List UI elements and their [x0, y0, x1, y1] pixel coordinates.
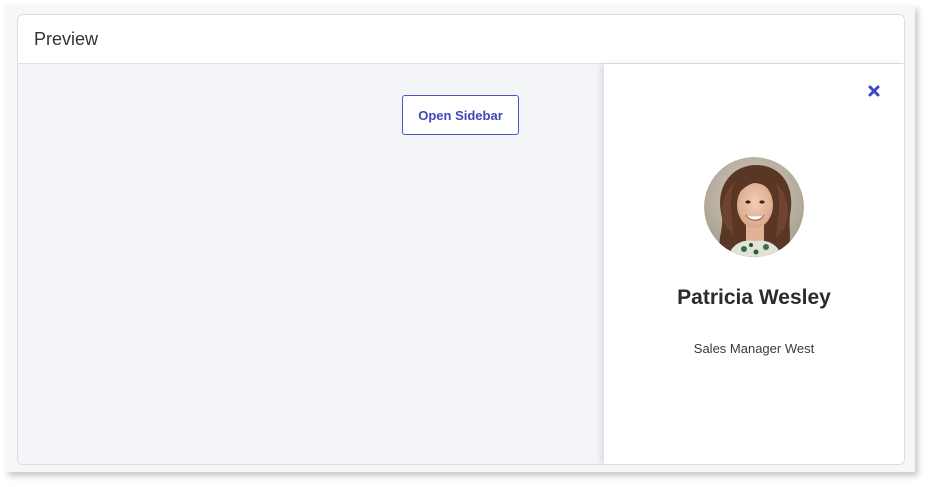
- preview-area: Open Sidebar: [18, 64, 604, 464]
- preview-card: Preview Open Sidebar Patricia Wesley Sal…: [17, 14, 905, 465]
- person-name: Patricia Wesley: [677, 286, 831, 309]
- open-sidebar-button[interactable]: Open Sidebar: [402, 95, 519, 135]
- close-icon[interactable]: [866, 83, 882, 99]
- sidebar-panel: Patricia Wesley Sales Manager West: [604, 64, 904, 464]
- page-title: Preview: [34, 29, 99, 49]
- card-header: Preview: [18, 15, 904, 64]
- person-role: Sales Manager West: [693, 341, 815, 356]
- avatar: [704, 157, 804, 257]
